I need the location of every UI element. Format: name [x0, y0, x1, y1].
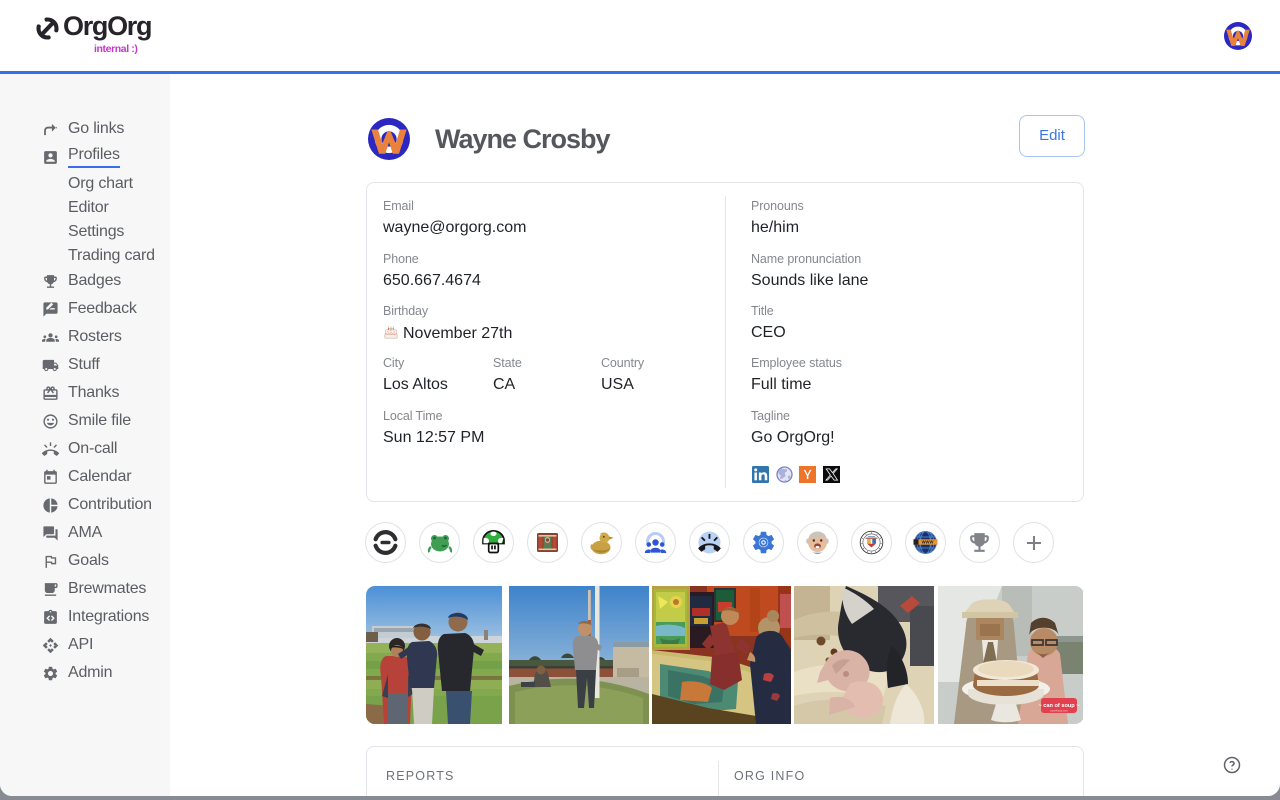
svg-text:~ can of soup ~: ~ can of soup ~: [1038, 703, 1080, 709]
svg-text:canofsoup.com: canofsoup.com: [1050, 709, 1068, 713]
svg-text:WWW: WWW: [922, 540, 934, 545]
